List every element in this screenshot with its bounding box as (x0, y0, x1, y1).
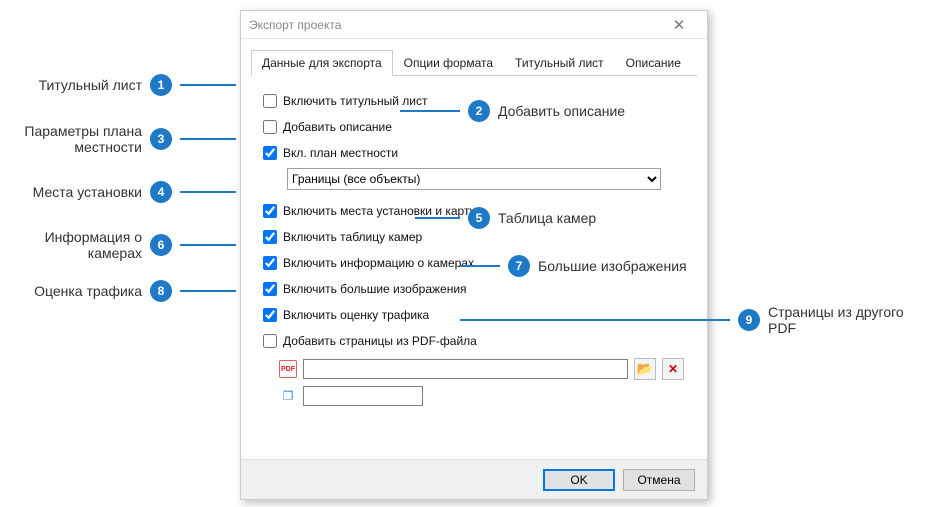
checkbox-traffic-input[interactable] (263, 308, 277, 322)
callout-badge-4: 4 (150, 181, 172, 203)
checkbox-large-images-label: Включить большие изображения (283, 282, 467, 296)
checkbox-add-pdf-input[interactable] (263, 334, 277, 348)
callout-4: Места установки 4 (0, 181, 236, 203)
checkbox-camera-info[interactable]: Включить информацию о камерах (263, 256, 474, 270)
tab-export-data[interactable]: Данные для экспорта (251, 50, 393, 76)
ok-button[interactable]: OK (543, 469, 615, 491)
callout-badge-6: 6 (150, 234, 172, 256)
window-title: Экспорт проекта (249, 18, 659, 32)
callout-3: Параметры плана местности 3 (0, 123, 236, 155)
pdf-path-input[interactable] (303, 359, 628, 379)
checkbox-traffic-label: Включить оценку трафика (283, 308, 429, 322)
checkbox-layout-plan-label: Вкл. план местности (283, 146, 398, 160)
checkbox-layout-plan[interactable]: Вкл. план местности (263, 146, 398, 160)
checkbox-camera-info-input[interactable] (263, 256, 277, 270)
button-bar: OK Отмена (241, 459, 707, 499)
checkbox-camera-table-label: Включить таблицу камер (283, 230, 422, 244)
callout-badge-8: 8 (150, 280, 172, 302)
checkbox-camera-info-label: Включить информацию о камерах (283, 256, 474, 270)
callout-1: Титульный лист 1 (0, 74, 236, 96)
callout-2-label: Добавить описание (498, 103, 625, 119)
callout-1-label: Титульный лист (39, 77, 142, 93)
callout-3-label: Параметры плана местности (0, 123, 142, 155)
checkbox-add-description[interactable]: Добавить описание (263, 120, 392, 134)
plan-bounds-select[interactable]: Границы (все объекты) (287, 168, 661, 190)
callout-5: 5 Таблица камер (415, 207, 596, 229)
checkbox-layout-plan-input[interactable] (263, 146, 277, 160)
callout-badge-3: 3 (150, 128, 172, 150)
tabs: Данные для экспорта Опции формата Титуль… (251, 49, 697, 76)
checkbox-add-description-input[interactable] (263, 120, 277, 134)
callout-5-label: Таблица камер (498, 210, 596, 226)
checkbox-install-places-input[interactable] (263, 204, 277, 218)
callout-8-label: Оценка трафика (34, 283, 142, 299)
callout-9: 9 Страницы из другого PDF (460, 304, 929, 336)
callout-8: Оценка трафика 8 (0, 280, 236, 302)
checkbox-large-images-input[interactable] (263, 282, 277, 296)
callout-badge-7: 7 (508, 255, 530, 277)
tab-description[interactable]: Описание (615, 50, 692, 76)
tab-format-options[interactable]: Опции формата (393, 50, 504, 76)
pdf-icon: PDF (279, 360, 297, 378)
checkbox-camera-table-input[interactable] (263, 230, 277, 244)
callout-badge-5: 5 (468, 207, 490, 229)
callout-badge-2: 2 (468, 100, 490, 122)
close-button[interactable]: ✕ (659, 16, 699, 34)
callout-7-label: Большие изображения (538, 258, 687, 274)
callout-6: Информация о камерах 6 (0, 229, 236, 261)
checkbox-add-description-label: Добавить описание (283, 120, 392, 134)
callout-6-label: Информация о камерах (0, 229, 142, 261)
callout-badge-1: 1 (150, 74, 172, 96)
titlebar: Экспорт проекта ✕ (241, 11, 707, 39)
tab-title-page[interactable]: Титульный лист (504, 50, 615, 76)
callout-7: 7 Большие изображения (460, 255, 687, 277)
pdf-pages-input[interactable] (303, 386, 423, 406)
checkbox-add-pdf-label: Добавить страницы из PDF-файла (283, 334, 477, 348)
callout-4-label: Места установки (33, 184, 142, 200)
callout-9-label: Страницы из другого PDF (768, 304, 929, 336)
checkbox-traffic[interactable]: Включить оценку трафика (263, 308, 429, 322)
export-data-panel: Включить титульный лист Добавить описани… (241, 76, 707, 420)
checkbox-title-page-input[interactable] (263, 94, 277, 108)
cancel-button[interactable]: Отмена (623, 469, 695, 491)
checkbox-large-images[interactable]: Включить большие изображения (263, 282, 467, 296)
callout-2: 2 Добавить описание (400, 100, 625, 122)
checkbox-add-pdf[interactable]: Добавить страницы из PDF-файла (263, 334, 477, 348)
browse-pdf-button[interactable]: 📂 (634, 358, 656, 380)
checkbox-camera-table[interactable]: Включить таблицу камер (263, 230, 422, 244)
copy-icon: ❐ (279, 387, 297, 405)
callout-badge-9: 9 (738, 309, 760, 331)
clear-pdf-button[interactable]: ✕ (662, 358, 684, 380)
